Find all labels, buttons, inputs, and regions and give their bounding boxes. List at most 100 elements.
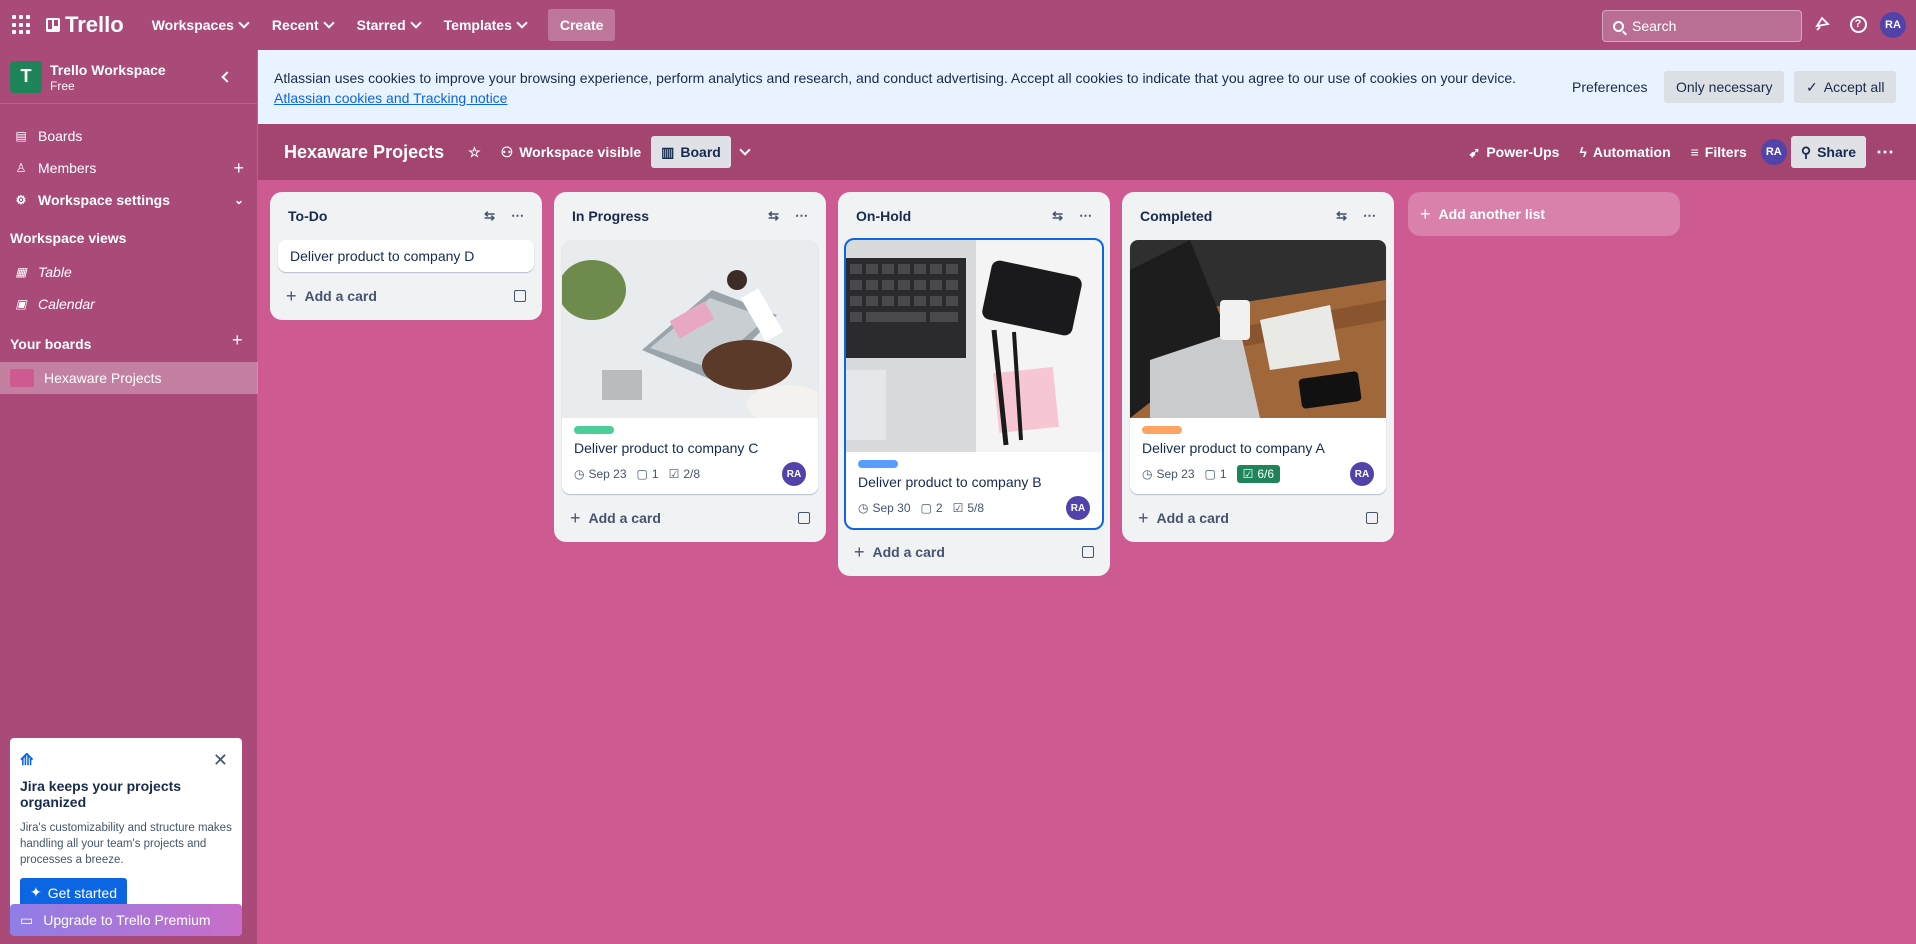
list-menu-icon[interactable]: ⋯ <box>511 208 524 224</box>
add-card-button[interactable]: + Add a card <box>562 502 818 534</box>
card-badges: ◷ Sep 23 ▢ 1 ☑ 6/6 RA <box>1130 462 1386 494</box>
checklist-icon: ☑ <box>1242 467 1254 481</box>
view-board-tab[interactable]: ▥ Board <box>651 136 731 168</box>
powerups-button[interactable]: ➹ Power-Ups <box>1459 136 1570 168</box>
more-options-icon[interactable]: ⋯ <box>1866 136 1904 168</box>
add-card-button[interactable]: + Add a card <box>1130 502 1386 534</box>
close-icon[interactable]: ✕ <box>213 750 228 771</box>
sidebar-item-calendar[interactable]: ▣ Calendar <box>0 288 258 320</box>
sidebar-item-table[interactable]: ▦ Table <box>0 256 258 288</box>
sidebar-item-members[interactable]: ♙ Members + <box>0 152 258 184</box>
comment-icon: ▢ <box>920 501 932 515</box>
list-title[interactable]: Completed <box>1140 208 1212 224</box>
due-date-badge[interactable]: ◷ Sep 30 <box>858 501 911 515</box>
due-date-badge[interactable]: ◷ Sep 23 <box>1142 467 1195 481</box>
comments-badge: ▢ 1 <box>637 467 659 481</box>
board-title[interactable]: Hexaware Projects <box>270 142 458 163</box>
your-boards-heading: Your boards <box>10 336 92 352</box>
trello-logo[interactable]: Trello <box>46 12 124 38</box>
add-board-icon[interactable]: + <box>232 330 243 351</box>
app-switcher-icon[interactable] <box>12 15 32 35</box>
share-button[interactable]: ⚲ Share <box>1790 136 1866 168</box>
list-menu-icon[interactable]: ⋯ <box>1363 208 1376 224</box>
search-input[interactable]: Search <box>1602 10 1802 42</box>
automation-button[interactable]: ϟ Automation <box>1569 136 1680 168</box>
card-item[interactable]: Deliver product to company D <box>278 240 534 272</box>
add-card-button[interactable]: + Add a card <box>278 280 534 312</box>
board-member-avatar[interactable]: RA <box>1757 136 1791 168</box>
collapse-list-icon[interactable]: ⇆ <box>484 208 495 224</box>
sidebar-item-boards[interactable]: ▤ Boards <box>0 120 258 152</box>
collapse-list-icon[interactable]: ⇆ <box>768 208 779 224</box>
card-label[interactable] <box>574 426 614 434</box>
collapse-list-icon[interactable]: ⇆ <box>1336 208 1347 224</box>
clock-icon: ◷ <box>1142 467 1153 481</box>
accept-all-button[interactable]: ✓ Accept all <box>1794 71 1897 103</box>
cookie-banner: Atlassian uses cookies to improve your b… <box>258 50 1916 124</box>
list-title[interactable]: On-Hold <box>856 208 911 224</box>
sidebar-item-workspace-settings[interactable]: ⚙ Workspace settings ⌄ <box>0 184 258 216</box>
workspaces-menu[interactable]: Workspaces <box>140 9 260 41</box>
collapse-sidebar-icon[interactable] <box>221 70 233 83</box>
chevron-down-icon <box>322 17 335 29</box>
template-icon[interactable] <box>1082 546 1094 558</box>
preferences-button[interactable]: Preferences <box>1560 71 1659 103</box>
board-color-swatch <box>10 369 34 387</box>
template-icon[interactable] <box>1366 512 1378 524</box>
add-card-button[interactable]: + Add a card <box>846 536 1102 568</box>
card-member-avatar[interactable]: RA <box>782 462 806 486</box>
template-icon[interactable] <box>514 290 526 302</box>
filter-icon: ≡ <box>1690 144 1699 160</box>
checklist-count: 5/8 <box>967 501 985 515</box>
starred-menu[interactable]: Starred <box>345 9 432 41</box>
cookie-notice-link[interactable]: Atlassian cookies and Tracking notice <box>274 90 507 106</box>
card-member-avatar[interactable]: RA <box>1066 496 1090 520</box>
add-list-label: Add another list <box>1438 206 1546 222</box>
list-completed: Completed ⇆ ⋯ Deliver product to company … <box>1122 192 1394 542</box>
checklist-count: 2/8 <box>683 467 701 481</box>
card-item[interactable]: Deliver product to company C ◷ Sep 23 ▢ 1 … <box>562 240 818 494</box>
sidebar-board-hexaware-projects[interactable]: Hexaware Projects <box>0 362 258 394</box>
add-member-icon[interactable]: + <box>233 159 244 177</box>
list-menu-icon[interactable]: ⋯ <box>1079 208 1092 224</box>
plus-icon: + <box>854 541 865 562</box>
recent-menu[interactable]: Recent <box>260 9 345 41</box>
table-icon: ▦ <box>15 265 27 279</box>
workspace-logo[interactable]: T <box>10 60 42 93</box>
create-button[interactable]: Create <box>547 9 616 41</box>
accept-all-label: Accept all <box>1823 79 1885 95</box>
starred-label: Starred <box>356 17 406 33</box>
card-item[interactable]: Deliver product to company B ◷ Sep 30 ▢ 2 … <box>844 238 1104 530</box>
notifications-icon[interactable] <box>1812 14 1832 34</box>
user-initials: RA <box>1880 12 1906 38</box>
get-started-button[interactable]: ✦ Get started <box>20 878 127 907</box>
promo-body: Jira's customizability and structure mak… <box>20 822 232 866</box>
collapse-list-icon[interactable]: ⇆ <box>1052 208 1063 224</box>
card-label[interactable] <box>858 460 898 468</box>
user-avatar[interactable]: RA <box>1880 12 1906 38</box>
calendar-icon: ▣ <box>15 297 27 311</box>
views-dropdown[interactable] <box>731 136 759 168</box>
upgrade-button[interactable]: ▭ Upgrade to Trello Premium <box>10 904 242 936</box>
comment-count: 1 <box>651 467 659 481</box>
sidebar-item-label: Members <box>38 160 97 176</box>
star-board-icon[interactable]: ☆ <box>458 136 491 168</box>
only-necessary-button[interactable]: Only necessary <box>1664 71 1785 103</box>
card-item[interactable]: Deliver product to company A ◷ Sep 23 ▢ 1 … <box>1130 240 1386 494</box>
visibility-button[interactable]: ⚇ Workspace visible <box>491 136 651 168</box>
help-icon[interactable]: ? <box>1848 14 1868 34</box>
due-date-badge[interactable]: ◷ Sep 23 <box>574 467 627 481</box>
add-list-button[interactable]: + Add another list <box>1408 192 1680 236</box>
workspace-name[interactable]: Trello Workspace <box>50 61 166 79</box>
filters-button[interactable]: ≡ Filters <box>1681 136 1757 168</box>
card-member-avatar[interactable]: RA <box>1350 462 1374 486</box>
list-menu-icon[interactable]: ⋯ <box>795 208 808 224</box>
list-title[interactable]: In Progress <box>572 208 649 224</box>
templates-menu[interactable]: Templates <box>432 9 538 41</box>
list-title[interactable]: To-Do <box>288 208 327 224</box>
card-title: Deliver product to company A <box>1142 440 1325 456</box>
card-title: Deliver product to company C <box>574 440 759 456</box>
template-icon[interactable] <box>798 512 810 524</box>
due-date: Sep 23 <box>588 467 627 481</box>
card-label[interactable] <box>1142 426 1182 434</box>
